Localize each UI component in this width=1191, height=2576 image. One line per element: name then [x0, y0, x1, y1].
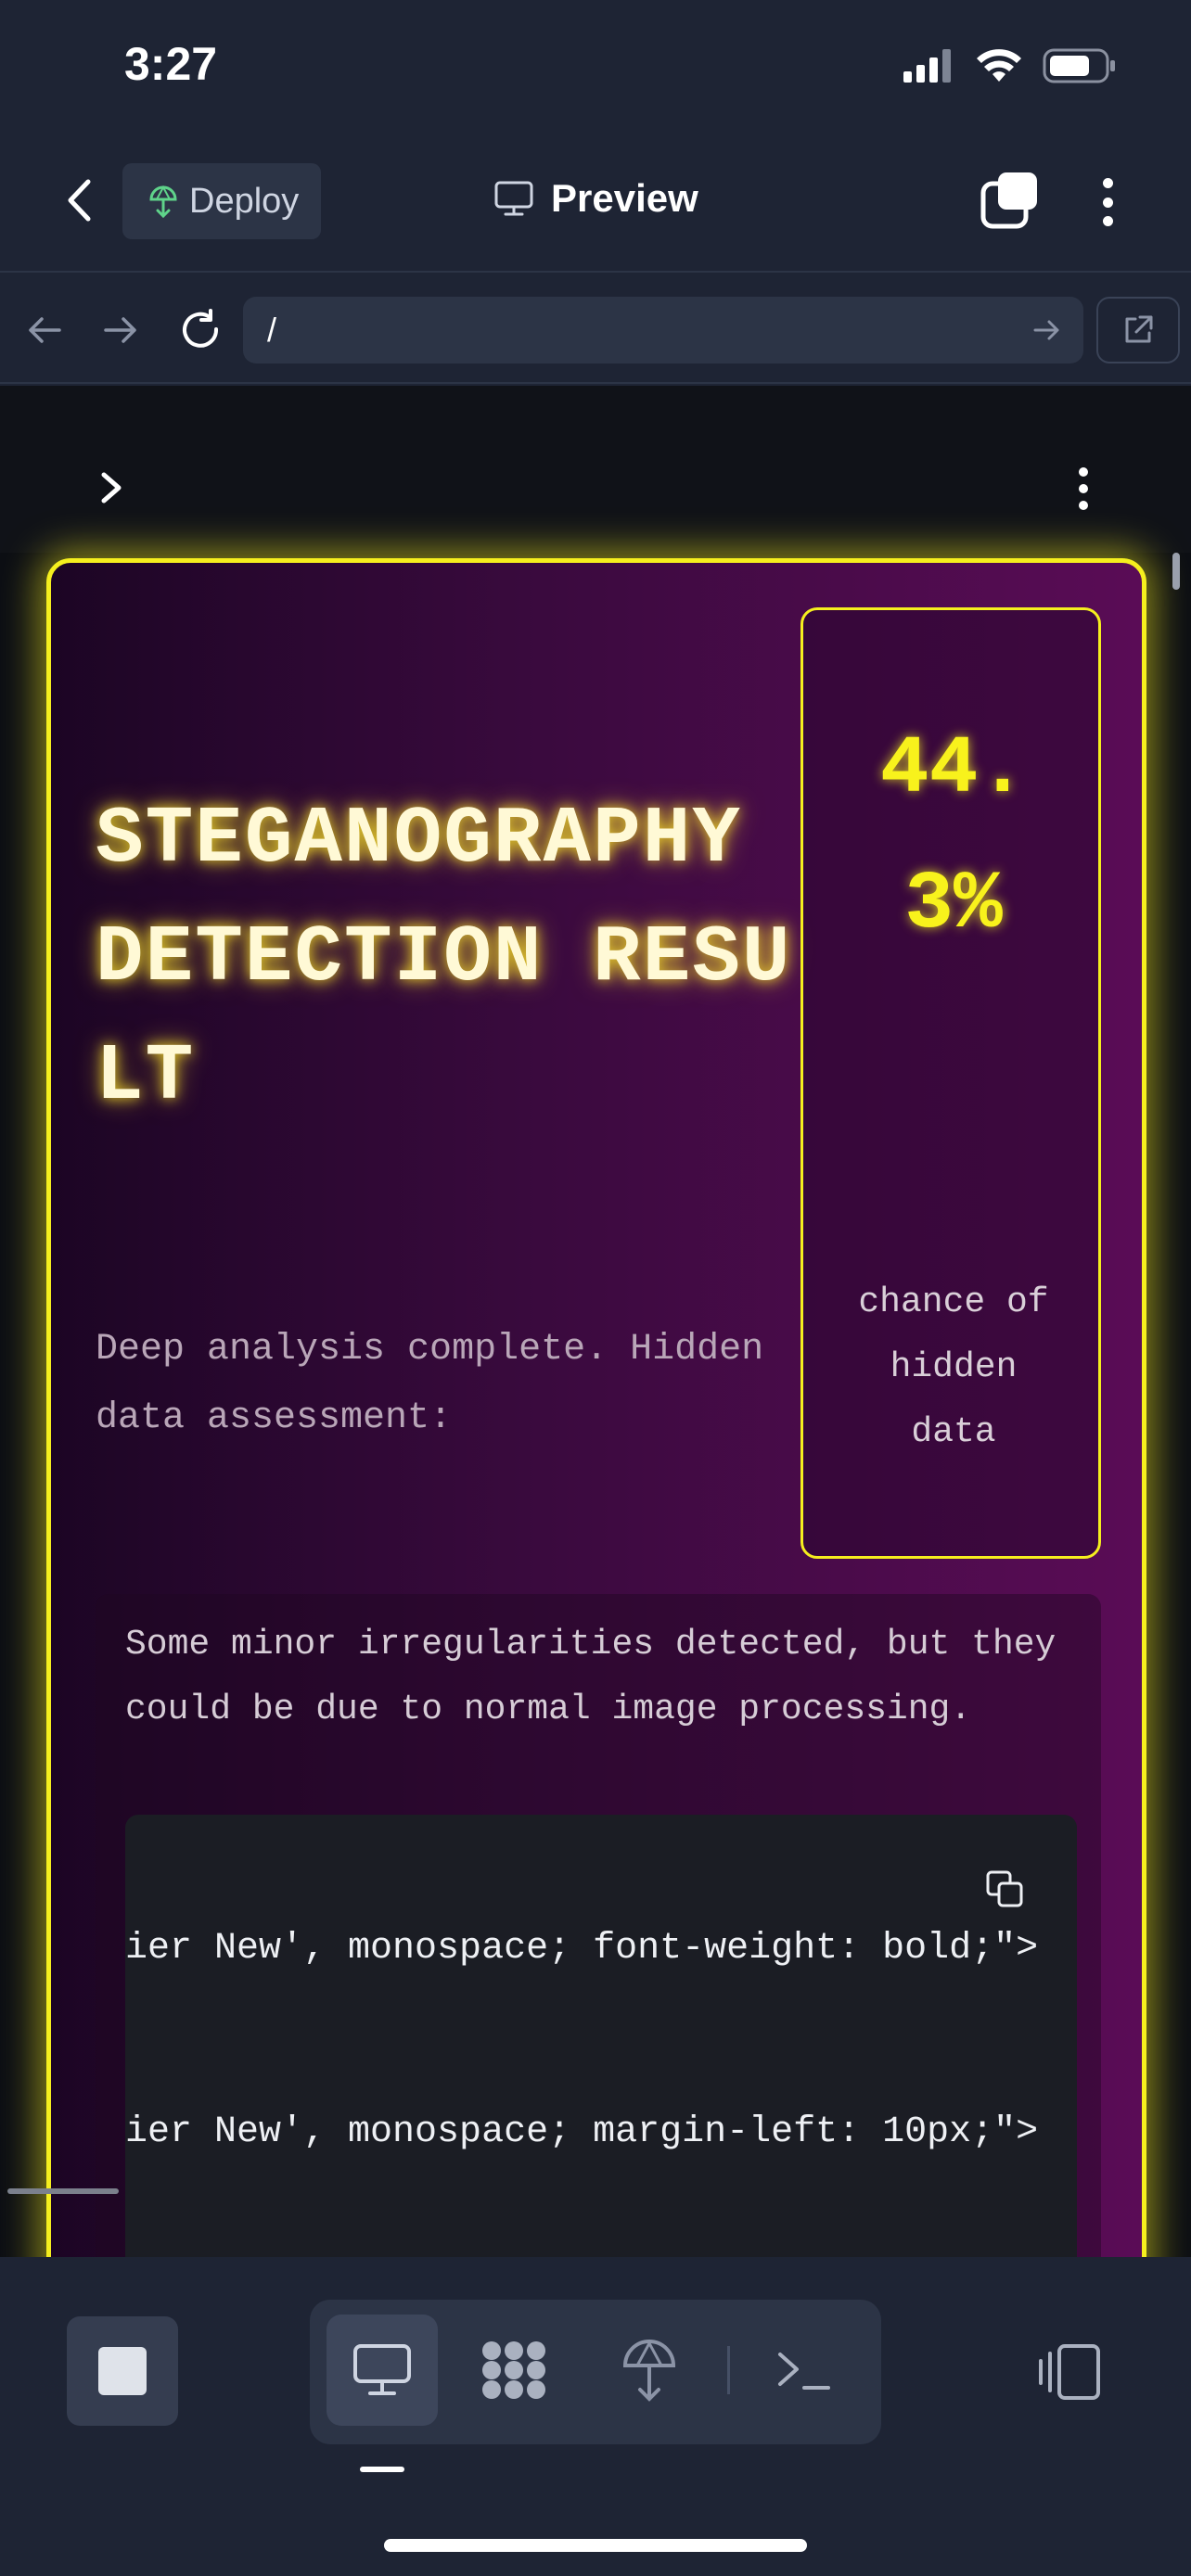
score-box: 44.3% chance of hidden data	[800, 607, 1101, 1559]
code-line: ier New', monospace; font-weight: bold;"…	[125, 1928, 1039, 1970]
score-value: 44.3%	[879, 724, 1028, 951]
tab-terminal[interactable]	[748, 2315, 859, 2426]
signal-icon	[903, 49, 951, 83]
url-input[interactable]: /	[243, 297, 1083, 363]
browser-bar: /	[0, 274, 1191, 384]
deploy-icon	[149, 185, 177, 218]
tab-group	[310, 2300, 881, 2444]
copy-icon[interactable]	[984, 1868, 1025, 1909]
grid-tab-icon	[482, 2341, 545, 2399]
tab-preview[interactable]	[327, 2315, 438, 2426]
preview-tab-icon	[353, 2344, 411, 2395]
horizontal-scrollbar[interactable]	[7, 2188, 119, 2194]
back-icon	[68, 179, 91, 222]
code-line: ier New', monospace; margin-left: 10px;"…	[125, 2111, 1039, 2153]
go-icon[interactable]	[1031, 312, 1063, 349]
stack-icon	[980, 172, 1037, 229]
arrow-left-icon	[29, 317, 61, 343]
status-icons	[903, 48, 1117, 83]
preview-toolbar	[0, 386, 1191, 553]
open-external-button[interactable]	[1096, 297, 1180, 363]
result-subtitle: Deep analysis complete. Hidden data asse…	[96, 1329, 764, 1439]
result-title: STEGANOGRAPHY DETECTION RESULT	[96, 794, 792, 1122]
battery-icon	[1043, 48, 1115, 83]
stop-button[interactable]	[67, 2316, 178, 2426]
refresh-button[interactable]	[178, 308, 223, 352]
wifi-icon	[977, 49, 1021, 82]
home-indicator	[384, 2539, 807, 2552]
back-button[interactable]	[56, 174, 102, 226]
vertical-scrollbar[interactable]	[1172, 553, 1180, 590]
deploy-label: Deploy	[189, 181, 300, 221]
back-nav-button[interactable]	[22, 308, 67, 352]
external-link-icon	[1125, 315, 1153, 343]
terminal-tab-icon	[778, 2353, 830, 2390]
message-panel: Some minor irregularities detected, but …	[96, 1594, 1101, 2257]
tab-deploy[interactable]	[594, 2315, 705, 2426]
more-icon	[1102, 178, 1113, 188]
page-title: Preview	[551, 176, 698, 220]
tab-divider	[727, 2346, 730, 2394]
chevron-right-icon[interactable]	[96, 469, 126, 506]
header-title-group: Preview	[493, 176, 698, 221]
app-header: Deploy Preview	[0, 130, 1191, 273]
devices-icon[interactable]	[1035, 2342, 1104, 2402]
deploy-button[interactable]: Deploy	[122, 163, 321, 239]
preview-more-button[interactable]	[1074, 467, 1093, 510]
result-message: Some minor irregularities detected, but …	[125, 1625, 1057, 1729]
status-time: 3:27	[124, 38, 218, 90]
tabs-button[interactable]	[980, 169, 1043, 232]
more-button[interactable]	[1091, 172, 1124, 232]
more-vertical-icon	[1079, 467, 1088, 477]
status-bar: 3:27	[0, 0, 1191, 130]
monitor-icon	[494, 181, 533, 216]
active-tab-indicator	[360, 2467, 404, 2472]
stop-icon	[98, 2347, 147, 2395]
bottom-bar	[0, 2257, 1191, 2576]
deploy-tab-icon	[622, 2340, 676, 2402]
result-card: STEGANOGRAPHY DETECTION RESULT Deep anal…	[46, 558, 1146, 2257]
url-text: /	[267, 311, 277, 349]
code-block: ier New', monospace; font-weight: bold;"…	[125, 1815, 1077, 2257]
score-caption: chance of hidden data	[858, 1282, 1049, 1452]
forward-nav-button[interactable]	[98, 308, 143, 352]
arrow-right-icon	[104, 317, 136, 343]
preview-viewport[interactable]: STEGANOGRAPHY DETECTION RESULT Deep anal…	[0, 386, 1191, 2257]
tab-workspace[interactable]	[458, 2315, 570, 2426]
refresh-icon	[183, 309, 219, 348]
